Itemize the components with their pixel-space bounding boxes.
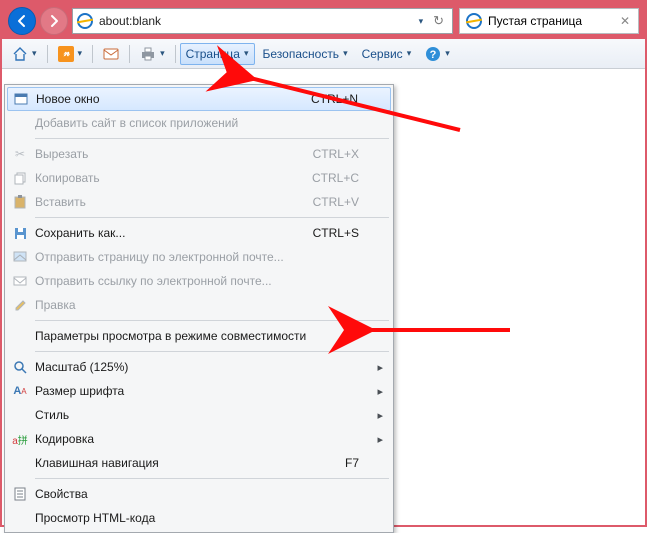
menu-cut: ✂ Вырезать CTRL+X [7, 142, 391, 166]
chevron-down-icon: ▾ [244, 48, 249, 59]
help-menu-button[interactable]: ? ▾ [419, 42, 456, 66]
menu-shortcut: CTRL+N [311, 92, 364, 106]
tools-menu-button[interactable]: Сервис ▾ [356, 43, 418, 65]
menu-label: Добавить сайт в список приложений [33, 116, 365, 130]
menu-label: Сохранить как... [33, 226, 313, 240]
menu-label: Вырезать [33, 147, 313, 161]
refresh-icon[interactable]: ↻ [429, 13, 448, 29]
ie-icon [466, 13, 482, 29]
help-icon: ? [425, 46, 441, 62]
safety-menu-button[interactable]: Безопасность ▾ [257, 43, 354, 65]
read-mail-button[interactable] [97, 42, 125, 66]
menu-label: Отправить страницу по электронной почте.… [33, 250, 365, 264]
menu-caret-browsing[interactable]: Клавишная навигация F7 [7, 451, 391, 475]
feeds-button[interactable]: 𝓃▾ [52, 42, 89, 66]
page-dropdown-menu: Новое окно CTRL+N Добавить сайт в список… [4, 84, 394, 533]
tools-menu-label: Сервис [362, 47, 403, 61]
rss-icon: 𝓃 [58, 46, 74, 62]
menu-edit: Правка [7, 293, 391, 317]
home-icon [12, 46, 28, 62]
page-menu-label: Страница [186, 47, 240, 61]
mail-icon [103, 46, 119, 62]
menu-paste: Вставить CTRL+V [7, 190, 391, 214]
cut-icon: ✂ [7, 147, 33, 161]
menu-view-source[interactable]: Просмотр HTML-кода [7, 506, 391, 530]
menu-label: Новое окно [34, 92, 311, 106]
print-button[interactable]: ▾ [134, 42, 171, 66]
menu-shortcut: CTRL+V [313, 195, 365, 209]
new-window-icon [8, 93, 34, 105]
back-button[interactable] [8, 7, 36, 35]
zoom-icon [7, 361, 33, 374]
menu-label: Масштаб (125%) [33, 360, 365, 374]
close-tab-icon[interactable]: ✕ [618, 14, 632, 28]
menu-add-to-apps: Добавить сайт в список приложений [7, 111, 391, 135]
save-icon [7, 227, 33, 240]
menu-label: Просмотр HTML-кода [33, 511, 365, 525]
menu-save-as[interactable]: Сохранить как... CTRL+S [7, 221, 391, 245]
properties-icon [7, 487, 33, 501]
chevron-down-icon: ▾ [343, 48, 348, 59]
tab-title: Пустая страница [488, 14, 582, 28]
command-bar: ▾ 𝓃▾ ▾ Страница ▾ Безопасность ▾ Серв [2, 39, 645, 69]
menu-label: Копировать [33, 171, 312, 185]
menu-style[interactable]: Стиль [7, 403, 391, 427]
send-link-icon [7, 275, 33, 287]
edit-icon [7, 299, 33, 312]
address-bar[interactable]: about:blank ▾ ↻ [72, 8, 453, 34]
menu-compatibility-view-settings[interactable]: Параметры просмотра в режиме совместимос… [7, 324, 391, 348]
menu-shortcut: CTRL+X [313, 147, 365, 161]
encoding-icon: a拼 [7, 432, 33, 447]
menu-text-size[interactable]: AA Размер шрифта [7, 379, 391, 403]
forward-button[interactable] [40, 7, 68, 35]
browser-tab[interactable]: Пустая страница ✕ [459, 8, 639, 34]
svg-text:?: ? [430, 49, 437, 61]
menu-shortcut: CTRL+C [312, 171, 365, 185]
menu-label: Отправить ссылку по электронной почте... [33, 274, 365, 288]
menu-send-link-email: Отправить ссылку по электронной почте... [7, 269, 391, 293]
menu-label: Кодировка [33, 432, 365, 446]
menu-shortcut: F7 [345, 456, 365, 470]
menu-properties[interactable]: Свойства [7, 482, 391, 506]
menu-label: Стиль [33, 408, 365, 422]
menu-new-window[interactable]: Новое окно CTRL+N [7, 87, 391, 111]
menu-copy: Копировать CTRL+C [7, 166, 391, 190]
page-menu-button[interactable]: Страница ▾ [180, 43, 255, 65]
menu-encoding[interactable]: a拼 Кодировка [7, 427, 391, 451]
menu-send-page-email: Отправить страницу по электронной почте.… [7, 245, 391, 269]
menu-label: Вставить [33, 195, 313, 209]
menu-label: Клавишная навигация [33, 456, 345, 470]
text-size-icon: AA [7, 385, 33, 397]
printer-icon [140, 46, 156, 62]
address-dropdown-icon[interactable]: ▾ [419, 16, 424, 27]
menu-label: Параметры просмотра в режиме совместимос… [33, 329, 365, 343]
home-button[interactable]: ▾ [6, 42, 43, 66]
safety-menu-label: Безопасность [263, 47, 340, 61]
copy-icon [7, 172, 33, 185]
paste-icon [7, 195, 33, 209]
menu-zoom[interactable]: Масштаб (125%) [7, 355, 391, 379]
menu-shortcut: CTRL+S [313, 226, 365, 240]
address-text: about:blank [99, 14, 413, 28]
chevron-down-icon: ▾ [407, 48, 412, 59]
ie-icon [77, 13, 93, 29]
menu-label: Размер шрифта [33, 384, 365, 398]
send-page-icon [7, 251, 33, 263]
menu-label: Свойства [33, 487, 365, 501]
menu-label: Правка [33, 298, 365, 312]
